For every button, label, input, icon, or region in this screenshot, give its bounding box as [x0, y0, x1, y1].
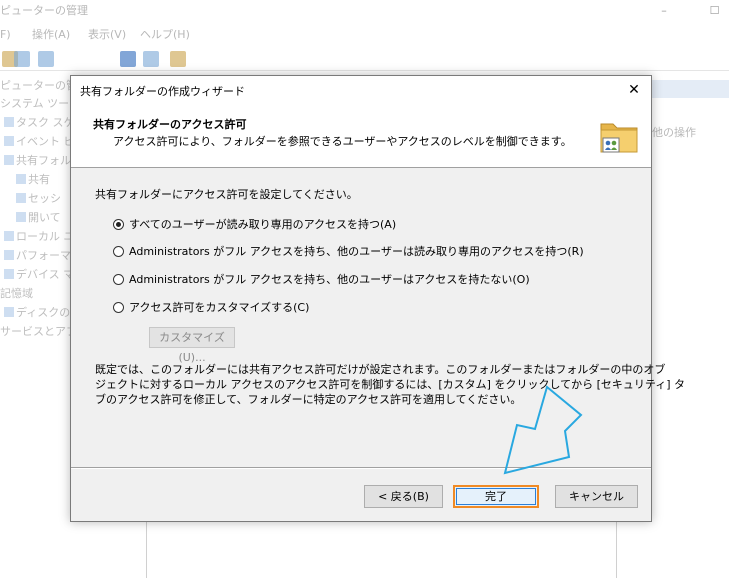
- tree-item-label: ディスクの管: [16, 306, 70, 319]
- background-divider: [616, 520, 617, 578]
- radio-label: Administrators がフル アクセスを持ち、他のユーザーは読み取り専用…: [129, 245, 584, 258]
- tree-item-label: 開いて: [28, 211, 61, 224]
- menu-file[interactable]: F): [0, 26, 11, 44]
- tree-item[interactable]: ディスクの管: [4, 305, 70, 321]
- radio-button[interactable]: [113, 246, 124, 257]
- close-icon[interactable]: ✕: [617, 76, 651, 104]
- maximize-icon[interactable]: ☐: [700, 0, 729, 22]
- page-subtitle: アクセス許可により、フォルダーを参照できるユーザーやアクセスのレベルを制御できま…: [113, 135, 572, 148]
- tree-item[interactable]: 共有フォル: [4, 153, 70, 169]
- dialog-title: 共有フォルダーの作成ウィザード: [80, 85, 245, 98]
- finish-button[interactable]: 完了: [453, 485, 539, 508]
- properties-icon[interactable]: [143, 51, 159, 67]
- radio-button[interactable]: [113, 302, 124, 313]
- shared-folder-icon: [600, 123, 638, 153]
- shared-folders-icon: [4, 155, 14, 165]
- tree-item[interactable]: デバイス マ: [4, 267, 70, 283]
- tree-item-label: デバイス マ: [16, 268, 70, 281]
- tree-item-label: タスク スケ: [16, 116, 70, 129]
- performance-icon: [4, 250, 14, 260]
- tree-item-label: 共有フォル: [16, 154, 70, 167]
- tree-item-label: 共有: [28, 173, 50, 186]
- tree-item[interactable]: タスク スケ: [4, 115, 70, 131]
- background-menubar: F) 操作(A) 表示(V) ヘルプ(H): [0, 26, 729, 44]
- task-scheduler-icon: [4, 117, 14, 127]
- background-title: ピューターの管理: [0, 4, 88, 17]
- radio-button[interactable]: [113, 274, 124, 285]
- tree-item[interactable]: パフォーマン: [4, 248, 70, 264]
- console-tree-icon[interactable]: [38, 51, 54, 67]
- cancel-button[interactable]: キャンセル: [555, 485, 638, 508]
- menu-view[interactable]: 表示(V): [88, 26, 126, 44]
- background-toolbar: [0, 48, 729, 71]
- device-manager-icon: [4, 269, 14, 279]
- background-actions-panel: 他の操作: [652, 80, 729, 170]
- actions-header: [652, 80, 729, 98]
- radio-label: Administrators がフル アクセスを持ち、他のユーザーはアクセスを持…: [129, 273, 530, 286]
- tree-item-label: パフォーマン: [16, 249, 70, 262]
- local-users-icon: [4, 231, 14, 241]
- tree-item[interactable]: システム ツール: [0, 96, 70, 112]
- new-share-icon[interactable]: [170, 51, 186, 67]
- background-divider: [146, 520, 147, 578]
- shares-icon: [16, 174, 26, 184]
- sessions-icon: [16, 193, 26, 203]
- tree-item[interactable]: サービスとアプリ: [0, 324, 70, 338]
- radio-button-selected[interactable]: [113, 219, 124, 230]
- tree-item-label: イベント ビ: [16, 135, 70, 148]
- menu-action[interactable]: 操作(A): [32, 26, 70, 44]
- tree-item[interactable]: 記憶域: [0, 286, 33, 302]
- dialog-titlebar[interactable]: 共有フォルダーの作成ウィザード ✕: [71, 76, 651, 104]
- permissions-prompt: 共有フォルダーにアクセス許可を設定してください。: [95, 188, 358, 201]
- tree-item[interactable]: 開いて: [16, 210, 61, 226]
- wizard-header: 共有フォルダーのアクセス許可 アクセス許可により、フォルダーを参照できるユーザー…: [71, 104, 651, 168]
- tree-item-label: ローカル ユー: [16, 230, 70, 243]
- forward-icon[interactable]: [14, 51, 30, 67]
- open-files-icon: [16, 212, 26, 222]
- background-console-tree: ピューターの管理 システム ツール タスク スケ イベント ビ 共有フォル 共有…: [0, 78, 70, 338]
- more-actions-label[interactable]: 他の操作: [652, 124, 696, 140]
- tree-item-label: セッシ: [28, 192, 61, 205]
- page-title: 共有フォルダーのアクセス許可: [93, 118, 247, 131]
- minimize-icon[interactable]: –: [650, 0, 678, 22]
- menu-help[interactable]: ヘルプ(H): [140, 26, 190, 44]
- radio-label: アクセス許可をカスタマイズする(C): [129, 301, 310, 314]
- tree-item[interactable]: ピューターの管理: [0, 78, 70, 94]
- help-icon[interactable]: [120, 51, 136, 67]
- tree-item[interactable]: イベント ビ: [4, 134, 70, 150]
- tree-item[interactable]: ローカル ユー: [4, 229, 70, 245]
- customize-button[interactable]: カスタマイズ(U)...: [149, 327, 235, 364]
- tree-item[interactable]: セッシ: [16, 191, 61, 207]
- annotation-arrow-icon: [503, 385, 583, 475]
- back-button[interactable]: < 戻る(B): [364, 485, 443, 508]
- tree-item[interactable]: 共有: [16, 172, 50, 188]
- disk-management-icon: [4, 307, 14, 317]
- event-viewer-icon: [4, 136, 14, 146]
- info-line: 既定では、このフォルダーには共有アクセス許可だけが設定されます。このフォルダーま…: [95, 363, 666, 376]
- finish-button-label: 完了: [485, 490, 507, 503]
- background-titlebar: ピューターの管理 – ☐: [0, 0, 729, 22]
- radio-label: すべてのユーザーが読み取り専用のアクセスを持つ(A): [129, 218, 397, 231]
